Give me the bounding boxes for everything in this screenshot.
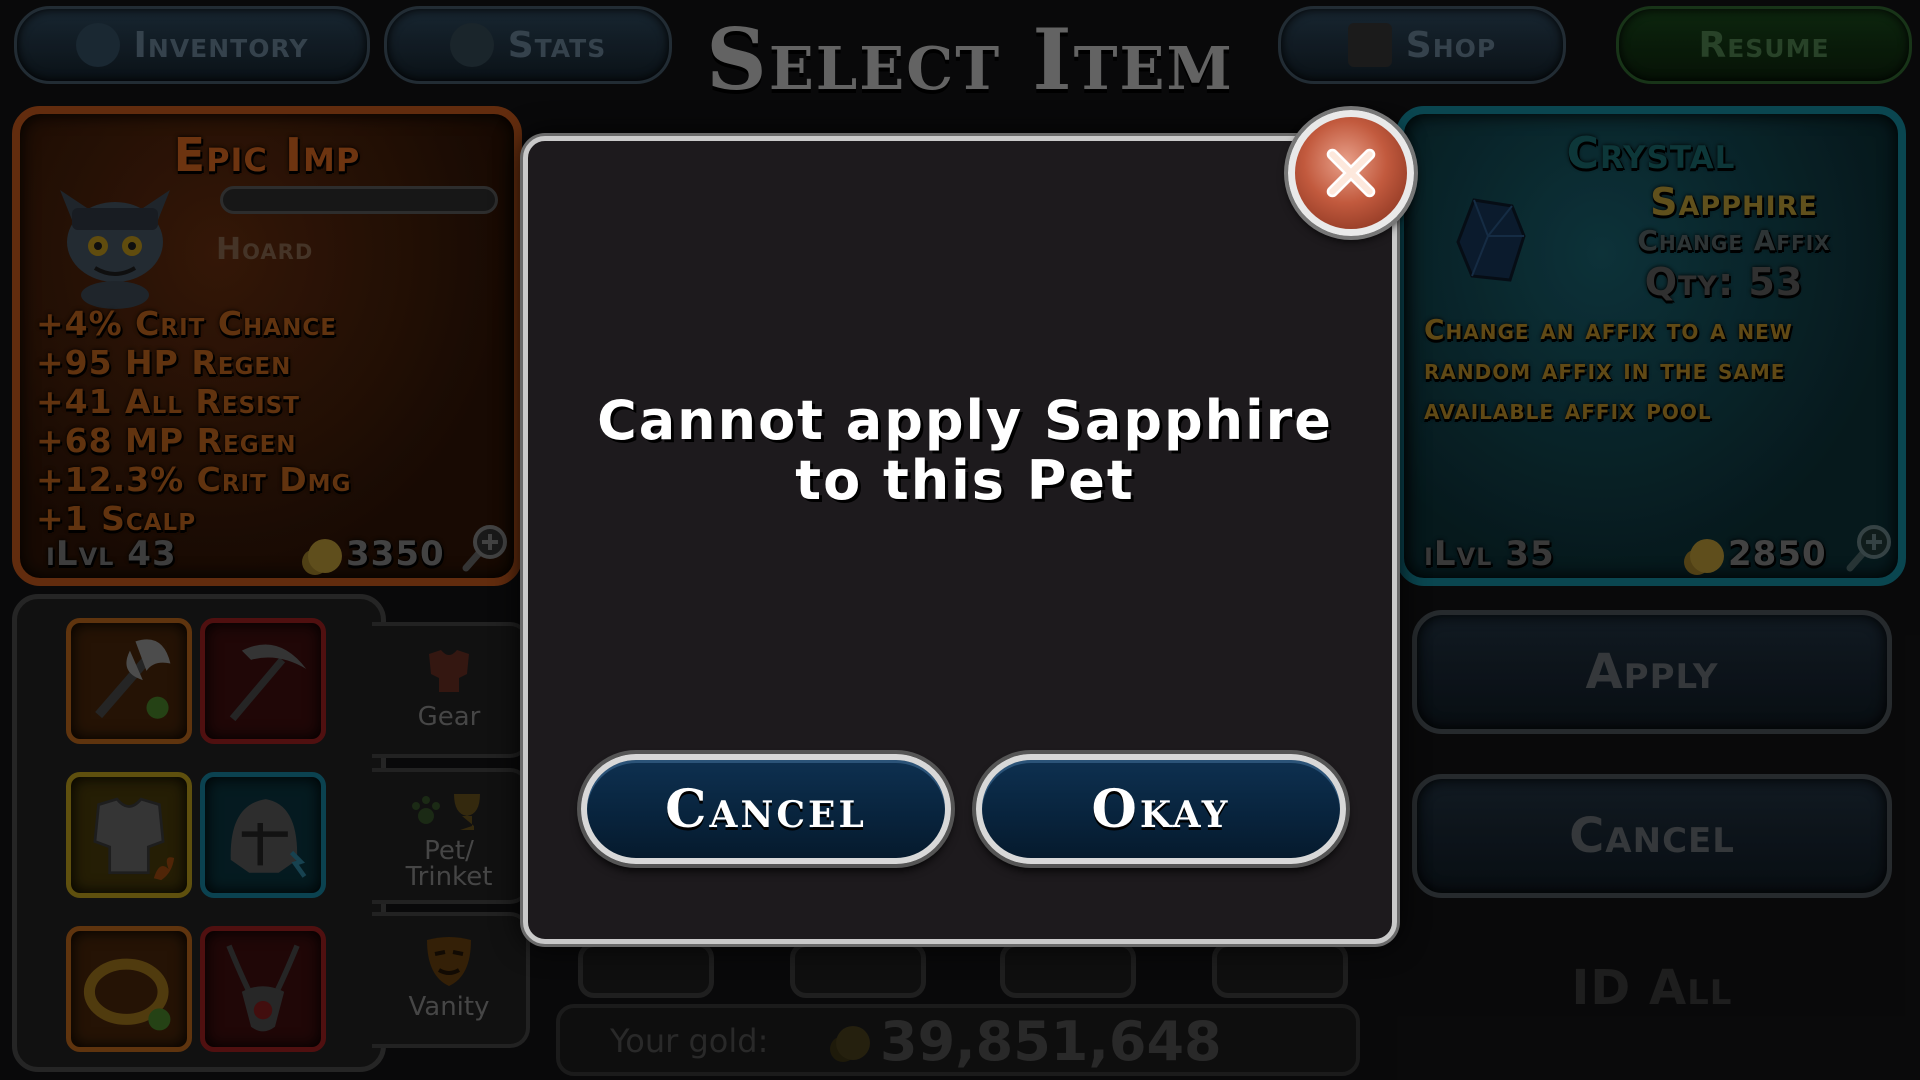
dialog-message-line1: Cannot apply Sapphire	[597, 389, 1333, 452]
dialog-cancel-label: Cancel	[665, 778, 867, 840]
dialog-okay-button[interactable]: Okay	[976, 754, 1346, 864]
dialog-okay-label: Okay	[1091, 778, 1231, 840]
dialog-close-button[interactable]	[1288, 110, 1414, 236]
error-dialog: Cannot apply Sapphire to this Pet Cancel…	[523, 136, 1397, 944]
dialog-message: Cannot apply Sapphire to this Pet	[568, 391, 1362, 511]
dialog-cancel-button[interactable]: Cancel	[581, 754, 951, 864]
dialog-message-line2: to this Pet	[795, 449, 1135, 512]
close-x-icon	[1326, 148, 1376, 198]
